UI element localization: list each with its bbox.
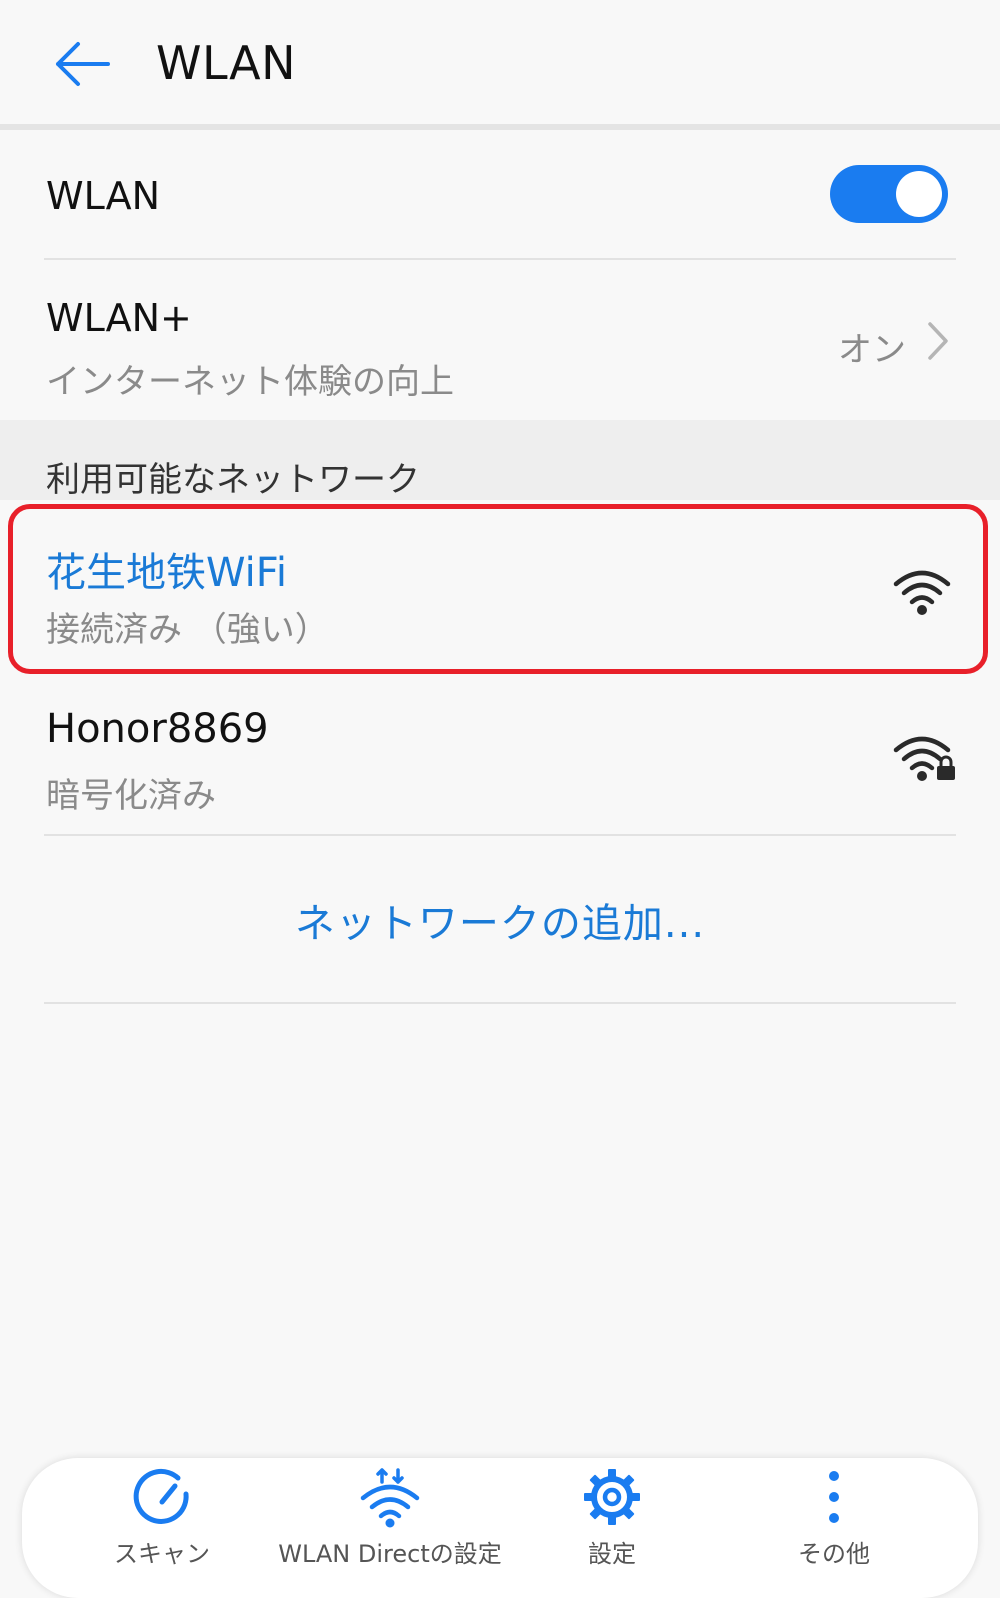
add-network-link[interactable]: ネットワークの追加... — [0, 838, 1000, 1002]
back-arrow-icon — [56, 42, 110, 86]
settings-label: 設定 — [588, 1540, 636, 1568]
top-app-bar: WLAN — [0, 0, 1000, 124]
scan-button[interactable]: スキャン — [84, 1458, 240, 1568]
wlan-plus-row[interactable]: WLAN+ インターネット体験の向上 オン — [0, 260, 1000, 420]
more-vertical-icon — [829, 1471, 839, 1523]
bottom-action-bar: スキャン WLAN Directの設定 設定 その他 — [22, 1458, 978, 1598]
back-button[interactable] — [42, 26, 122, 102]
settings-button[interactable]: 設定 — [542, 1458, 682, 1568]
network-item-secured[interactable]: Honor8869 暗号化済み — [0, 676, 1000, 836]
toggle-knob — [896, 171, 942, 217]
wlan-plus-subtitle: インターネット体験の向上 — [46, 362, 454, 402]
chevron-right-icon — [928, 322, 948, 360]
wlan-plus-value: オン — [838, 330, 906, 370]
wlan-plus-label: WLAN+ — [46, 296, 192, 340]
wifi-locked-icon — [893, 736, 955, 781]
wlan-toggle-row[interactable]: WLAN — [0, 130, 1000, 258]
network-name: Honor8869 — [46, 706, 269, 752]
divider — [44, 834, 956, 836]
page-title: WLAN — [156, 36, 297, 90]
wlan-direct-button[interactable]: WLAN Directの設定 — [252, 1458, 528, 1568]
more-button[interactable]: その他 — [774, 1458, 894, 1568]
available-networks-title: 利用可能なネットワーク — [46, 460, 420, 500]
highlight-frame — [8, 504, 988, 674]
scan-label: スキャン — [114, 1540, 210, 1568]
wlan-direct-icon — [360, 1468, 420, 1528]
wlan-toggle-switch[interactable] — [830, 165, 948, 223]
wlan-direct-label: WLAN Directの設定 — [278, 1540, 502, 1568]
more-label: その他 — [798, 1540, 870, 1568]
gear-icon — [584, 1469, 640, 1525]
wlan-toggle-label: WLAN — [46, 174, 161, 218]
scan-icon — [133, 1469, 189, 1524]
network-status: 暗号化済み — [46, 776, 216, 816]
divider — [44, 1002, 956, 1004]
